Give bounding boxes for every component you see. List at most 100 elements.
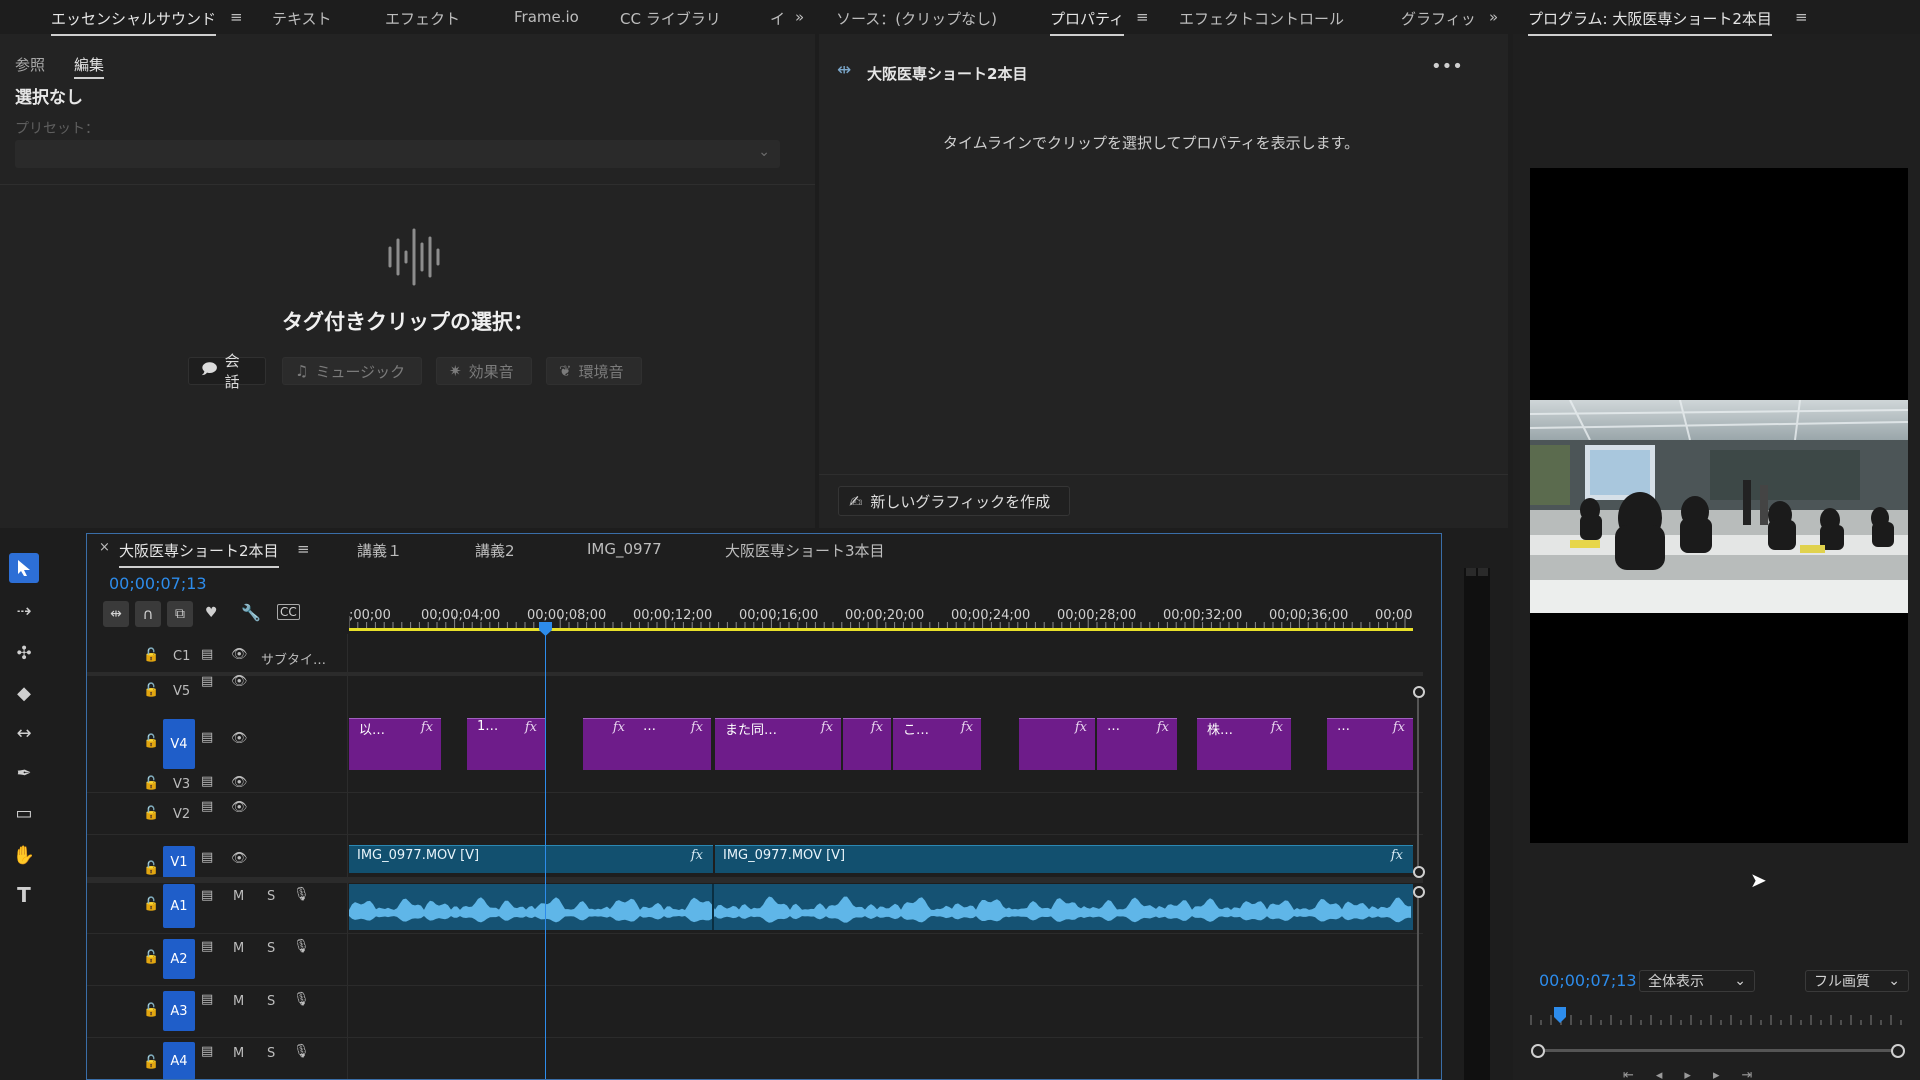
v4-clip[interactable]: fx bbox=[1019, 718, 1095, 770]
zoom-dropdown[interactable]: 全体表示 ⌄ bbox=[1639, 970, 1755, 992]
track-select-tool-icon[interactable]: ⇢ bbox=[8, 595, 40, 627]
sync-icon[interactable]: ▤ bbox=[201, 850, 213, 865]
solo-button[interactable]: S bbox=[267, 994, 275, 1009]
lock-icon[interactable]: 🔓 bbox=[143, 648, 159, 663]
sync-icon[interactable]: ▤ bbox=[201, 647, 213, 662]
v4-clip[interactable]: fx bbox=[583, 718, 633, 770]
mute-button[interactable]: M bbox=[233, 994, 244, 1009]
v4-clip[interactable]: 1… fx bbox=[467, 718, 545, 770]
panel-menu-icon[interactable]: ≡ bbox=[1795, 8, 1808, 26]
program-mini-ruler[interactable] bbox=[1529, 1005, 1909, 1027]
mute-button[interactable]: M bbox=[233, 941, 244, 956]
solo-button[interactable]: S bbox=[267, 1046, 275, 1061]
eye-icon[interactable]: 👁 bbox=[231, 647, 248, 662]
lock-icon[interactable]: 🔓 bbox=[143, 897, 159, 912]
mic-icon[interactable]: 🎙 bbox=[293, 1044, 310, 1059]
sync-icon[interactable]: ▤ bbox=[201, 799, 213, 814]
quality-dropdown[interactable]: フル画質 ⌄ bbox=[1805, 970, 1909, 992]
work-area-bar[interactable] bbox=[349, 628, 1413, 631]
program-scrollbar[interactable] bbox=[1537, 1049, 1895, 1052]
lock-icon[interactable]: 🔓 bbox=[143, 734, 159, 749]
track-v1-target[interactable]: V1 bbox=[163, 846, 195, 878]
hand-tool-icon[interactable]: ✋ bbox=[8, 839, 40, 871]
subtab-browse[interactable]: 参照 bbox=[15, 54, 45, 75]
v-scroll-handle[interactable] bbox=[1413, 866, 1425, 878]
sync-icon[interactable]: ▤ bbox=[201, 992, 213, 1007]
add-marker-icon[interactable]: ♥ bbox=[205, 605, 218, 621]
overflow-chevron-icon[interactable]: » bbox=[795, 8, 804, 26]
sync-icon[interactable]: ▤ bbox=[201, 774, 213, 789]
close-icon[interactable]: × bbox=[99, 540, 110, 555]
pen-tool-icon[interactable]: ✒ bbox=[8, 757, 40, 789]
nest-sequence-icon[interactable]: ⇹ bbox=[103, 601, 129, 627]
a-scrollbar[interactable] bbox=[1417, 898, 1419, 1079]
tab-sequence-3[interactable]: 大阪医専ショート3本目 bbox=[725, 540, 885, 561]
v4-clip[interactable]: また同… fx bbox=[715, 718, 841, 770]
lock-icon[interactable]: 🔓 bbox=[143, 1003, 159, 1018]
v4-clip[interactable]: fx bbox=[843, 718, 891, 770]
lock-icon[interactable]: 🔓 bbox=[143, 1055, 159, 1070]
solo-button[interactable]: S bbox=[267, 889, 275, 904]
tab-graphics[interactable]: グラフィッ bbox=[1401, 8, 1476, 29]
eye-icon[interactable]: 👁 bbox=[231, 674, 248, 689]
transport-controls[interactable]: ⇤◂▸▸⇥ bbox=[1623, 1068, 1823, 1080]
rectangle-tool-icon[interactable]: ▭ bbox=[8, 797, 40, 829]
v4-clip[interactable]: 以… fx bbox=[349, 718, 441, 770]
track-a2-target[interactable]: A2 bbox=[163, 939, 195, 979]
v4-clip[interactable]: 株… fx bbox=[1197, 718, 1291, 770]
a-scroll-handle[interactable] bbox=[1413, 886, 1425, 898]
tab-properties[interactable]: プロパティ bbox=[1050, 8, 1125, 36]
track-a4-target[interactable]: A4 bbox=[163, 1042, 195, 1079]
more-options-icon[interactable]: ••• bbox=[1431, 56, 1463, 77]
tab-lecture-1[interactable]: 講義１ bbox=[357, 540, 402, 561]
sync-icon[interactable]: ▤ bbox=[201, 730, 213, 745]
lock-icon[interactable]: 🔓 bbox=[143, 806, 159, 821]
v4-clip[interactable]: … fx bbox=[1327, 718, 1413, 770]
v4-clip[interactable]: … fx bbox=[1097, 718, 1177, 770]
tab-essential-sound[interactable]: エッセンシャルサウンド bbox=[51, 8, 217, 36]
panel-menu-icon[interactable]: ≡ bbox=[297, 540, 310, 558]
v4-clip[interactable]: こ… fx bbox=[893, 718, 981, 770]
playhead-line[interactable] bbox=[545, 626, 546, 1079]
tab-text[interactable]: テキスト bbox=[272, 8, 332, 29]
timeline-timecode[interactable]: 00;00;07;13 bbox=[109, 574, 207, 593]
lock-icon[interactable]: 🔓 bbox=[143, 950, 159, 965]
tab-more[interactable]: イ bbox=[770, 8, 785, 29]
new-graphic-button[interactable]: ✍ 新しいグラフィックを作成 bbox=[838, 486, 1070, 516]
ambience-button[interactable]: ❦ 環境音 bbox=[546, 357, 642, 385]
ripple-edit-tool-icon[interactable]: ✣ bbox=[8, 637, 40, 669]
scroll-handle-right[interactable] bbox=[1891, 1044, 1905, 1058]
v-scroll-handle[interactable] bbox=[1413, 686, 1425, 698]
eye-icon[interactable]: 👁 bbox=[231, 775, 248, 790]
linked-selection-icon[interactable]: ⧉ bbox=[167, 601, 193, 627]
captions-icon[interactable]: CC bbox=[277, 604, 300, 620]
eye-icon[interactable]: 👁 bbox=[231, 851, 248, 866]
tab-sequence-2[interactable]: 大阪医専ショート2本目 bbox=[119, 540, 279, 568]
v-scrollbar[interactable] bbox=[1417, 698, 1419, 866]
tab-img-0977[interactable]: IMG_0977 bbox=[587, 540, 662, 558]
track-a1-target[interactable]: A1 bbox=[163, 884, 195, 928]
music-button[interactable]: ♫ ミュージック bbox=[282, 357, 422, 385]
solo-button[interactable]: S bbox=[267, 941, 275, 956]
tab-lecture-2[interactable]: 講義2 bbox=[475, 540, 515, 561]
v1-clip[interactable]: IMG_0977.MOV [V] fx bbox=[715, 845, 1413, 873]
wrench-icon[interactable]: 🔧 bbox=[241, 603, 261, 622]
tab-cc-libraries[interactable]: CC ライブラリ bbox=[620, 8, 721, 29]
tab-frameio[interactable]: Frame.io bbox=[514, 8, 579, 26]
v1-clip[interactable]: IMG_0977.MOV [V] fx bbox=[349, 845, 713, 873]
mic-icon[interactable]: 🎙 bbox=[293, 887, 310, 902]
preset-dropdown[interactable]: ⌄ bbox=[15, 140, 780, 168]
panel-menu-icon[interactable]: ≡ bbox=[230, 8, 243, 26]
razor-tool-icon[interactable]: ◆ bbox=[8, 677, 40, 709]
mute-button[interactable]: M bbox=[233, 1046, 244, 1061]
v4-clip[interactable]: … fx bbox=[633, 718, 711, 770]
panel-menu-icon[interactable]: ≡ bbox=[1136, 8, 1149, 26]
program-timecode[interactable]: 00;00;07;13 bbox=[1539, 971, 1637, 990]
sync-icon[interactable]: ▤ bbox=[201, 888, 213, 903]
lock-icon[interactable]: 🔓 bbox=[143, 776, 159, 791]
mute-button[interactable]: M bbox=[233, 889, 244, 904]
sync-icon[interactable]: ▤ bbox=[201, 1044, 213, 1059]
sync-icon[interactable]: ▤ bbox=[201, 939, 213, 954]
track-a3-target[interactable]: A3 bbox=[163, 991, 195, 1031]
lock-icon[interactable]: 🔓 bbox=[143, 683, 159, 698]
